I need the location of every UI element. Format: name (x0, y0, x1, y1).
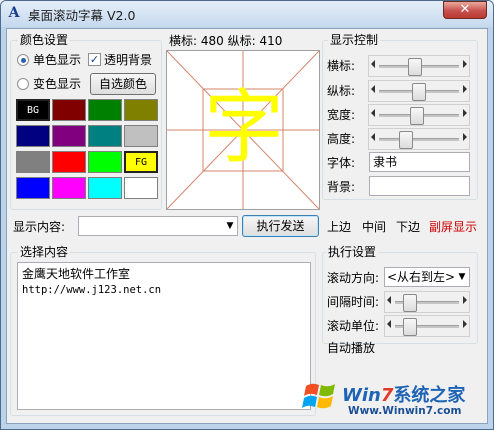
windows-flag-logo (300, 376, 340, 416)
color-swatch[interactable] (124, 99, 158, 121)
arrow-right-icon[interactable] (463, 320, 467, 328)
color-swatch[interactable] (88, 99, 122, 121)
width-slider[interactable] (368, 104, 470, 126)
color-swatch[interactable] (52, 177, 86, 199)
slider-thumb[interactable] (411, 83, 426, 101)
width-label: 宽度: (327, 108, 356, 122)
arrow-right-icon[interactable] (463, 85, 467, 93)
preview-character: 字 (204, 81, 284, 174)
arrow-left-icon[interactable] (371, 85, 375, 93)
auto-play-label[interactable]: 自动播放 (327, 341, 375, 355)
select-content-title: 选择内容 (18, 245, 71, 259)
top-position-link[interactable]: 上边 (327, 220, 351, 234)
slider-thumb[interactable] (402, 294, 417, 312)
chevron-down-icon[interactable]: ▼ (223, 217, 237, 235)
middle-position-link[interactable]: 中间 (362, 220, 386, 234)
watermark-brand-win: Win (342, 385, 381, 406)
preview-y-value: 410 (259, 34, 283, 48)
execute-send-button[interactable]: 执行发送 (242, 215, 319, 237)
bg-field[interactable] (369, 176, 470, 196)
bg-label: 背景: (327, 180, 356, 194)
transparent-bg-checkbox[interactable]: ✓ (88, 53, 101, 66)
exec-settings-title: 执行设置 (326, 245, 379, 259)
content-line[interactable]: http://www.j123.net.cn (22, 282, 306, 298)
window-title: 桌面滚动字幕 V2.0 (28, 8, 136, 23)
x-pos-slider[interactable] (368, 55, 470, 77)
color-swatch[interactable] (88, 125, 122, 147)
direction-select[interactable]: <从右到左> ▼ (384, 267, 470, 287)
content-combobox[interactable]: ▼ (78, 216, 238, 236)
content-list[interactable]: 金鹰天地软件工作室 http://www.j123.net.cn (17, 262, 311, 410)
color-swatch[interactable] (16, 177, 50, 199)
multi-color-radio[interactable] (17, 78, 29, 90)
arrow-right-icon[interactable] (463, 109, 467, 117)
arrow-right-icon[interactable] (463, 133, 467, 141)
multi-color-label[interactable]: 变色显示 (33, 77, 81, 91)
y-pos-label: 纵标: (327, 84, 356, 98)
preview-x-value: 480 (200, 34, 224, 48)
color-swatch[interactable] (52, 125, 86, 147)
color-swatch[interactable] (16, 125, 50, 147)
color-swatch[interactable] (88, 177, 122, 199)
watermark-brand-cn: 系统之家 (393, 385, 466, 406)
font-field[interactable]: 隶书 (369, 152, 470, 172)
color-swatch[interactable] (16, 151, 50, 173)
color-swatch[interactable]: BG (16, 99, 50, 121)
arrow-left-icon[interactable] (371, 109, 375, 117)
preview-x-label: 横标: (169, 34, 198, 48)
preview-coords: 横标: 480 纵标: 410 (169, 34, 282, 48)
single-color-label[interactable]: 单色显示 (33, 53, 81, 67)
close-button[interactable]: ✕ (443, 1, 487, 19)
slider-thumb[interactable] (407, 58, 422, 76)
preview-canvas: 字 (166, 50, 320, 210)
slider-thumb[interactable] (402, 318, 417, 336)
watermark-brand-num: 7 (380, 385, 394, 406)
direction-label: 滚动方向: (327, 271, 380, 285)
arrow-left-icon[interactable] (371, 133, 375, 141)
content-label: 显示内容: (13, 220, 66, 234)
color-swatch[interactable] (124, 125, 158, 147)
slider-thumb[interactable] (398, 131, 413, 149)
watermark-url: Www.Winwin7.com (348, 405, 462, 417)
color-swatch[interactable] (52, 151, 86, 173)
slider-track[interactable] (379, 138, 459, 141)
font-label: 字体: (327, 156, 356, 170)
bottom-position-link[interactable]: 下边 (396, 220, 420, 234)
interval-label: 间隔时间: (327, 295, 380, 309)
transparent-bg-label[interactable]: 透明背景 (104, 53, 152, 67)
color-swatch[interactable] (88, 151, 122, 173)
arrow-left-icon[interactable] (371, 60, 375, 68)
color-swatch[interactable]: FG (124, 151, 158, 173)
interval-slider[interactable] (384, 291, 470, 313)
x-pos-label: 横标: (327, 59, 356, 73)
chevron-down-icon[interactable]: ▼ (455, 268, 469, 286)
single-color-radio[interactable] (17, 54, 29, 66)
height-slider[interactable] (368, 128, 470, 150)
app-icon: A (8, 5, 20, 21)
arrow-right-icon[interactable] (463, 296, 467, 304)
content-line[interactable]: 金鹰天地软件工作室 (22, 266, 306, 282)
unit-label: 滚动单位: (327, 319, 380, 333)
custom-color-button[interactable]: 自选颜色 (90, 73, 156, 95)
direction-value: <从右到左> (387, 270, 456, 284)
arrow-left-icon[interactable] (387, 296, 391, 304)
secondary-screen-link[interactable]: 副屏显示 (429, 220, 477, 234)
unit-slider[interactable] (384, 315, 470, 337)
preview-y-label: 纵标: (227, 34, 256, 48)
display-control-title: 显示控制 (328, 33, 381, 47)
height-label: 高度: (327, 132, 356, 146)
color-swatch[interactable] (124, 177, 158, 199)
color-swatch[interactable] (52, 99, 86, 121)
y-pos-slider[interactable] (368, 80, 470, 102)
arrow-left-icon[interactable] (387, 320, 391, 328)
arrow-right-icon[interactable] (463, 60, 467, 68)
watermark-brand: Win7系统之家 (342, 381, 465, 407)
slider-thumb[interactable] (409, 107, 424, 125)
color-settings-title: 颜色设置 (18, 33, 71, 47)
